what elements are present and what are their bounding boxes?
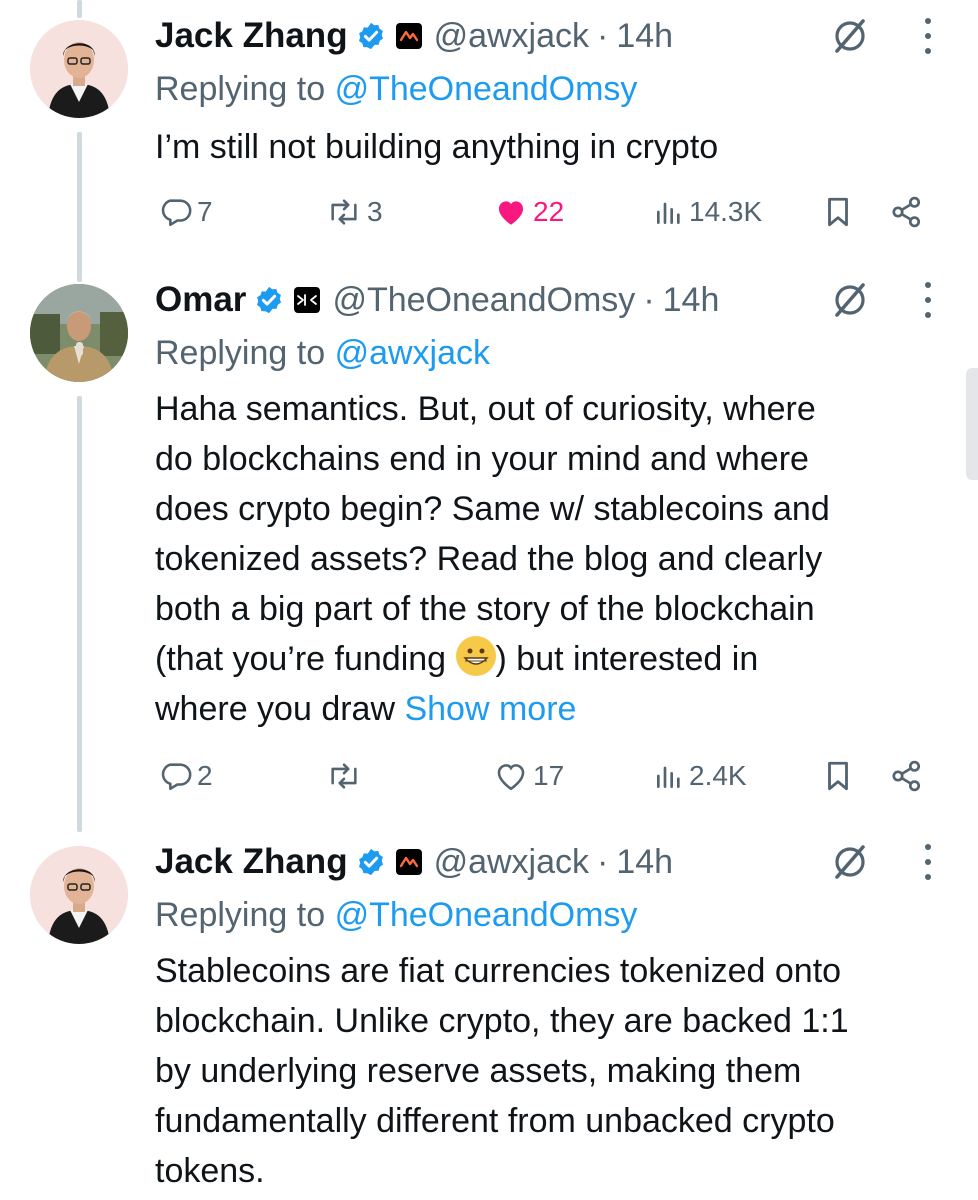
avatar[interactable]	[30, 284, 128, 382]
thread-line-1	[77, 132, 82, 282]
display-name[interactable]: Jack Zhang	[155, 16, 348, 56]
views-icon	[657, 202, 680, 224]
verified-badge-icon[interactable]	[254, 285, 284, 315]
action-bar: 2 17 2.4K	[155, 754, 945, 798]
text-line: Stablecoins are fiat currencies tokenize…	[155, 952, 842, 990]
text-line: tokenized assets? Read the blog and clea…	[155, 540, 823, 578]
avatar-omar-image	[30, 284, 128, 382]
separator-dot: ·	[643, 280, 655, 319]
action-bar: 7 3 22 14.3K	[155, 190, 945, 234]
reply-icon	[161, 763, 192, 791]
like-count: 22	[533, 196, 565, 227]
thread-line-2	[77, 396, 82, 832]
thread-line-top	[77, 0, 82, 18]
mention-link[interactable]: @TheOneandOmsy	[335, 70, 638, 108]
timestamp[interactable]: 14h	[616, 843, 673, 882]
like-button[interactable]: 17	[493, 754, 564, 798]
text-fragment: (that you’re funding	[155, 640, 456, 678]
mention-link[interactable]: @TheOneandOmsy	[335, 896, 638, 934]
show-more-link[interactable]: Show more	[404, 690, 576, 728]
bookmark-button[interactable]	[823, 190, 853, 234]
affiliate-logo-icon[interactable]	[294, 287, 321, 313]
replying-to-label: Replying to	[155, 334, 326, 372]
heart-icon	[497, 764, 525, 791]
timestamp[interactable]: 14h	[616, 17, 673, 56]
mention-link[interactable]: @awxjack	[335, 334, 490, 372]
text-line: fundamentally different from unbacked cr…	[155, 1102, 835, 1140]
airwallex-logo-icon[interactable]	[395, 23, 422, 49]
text-line: does crypto begin? Same w/ stablecoins a…	[155, 490, 830, 528]
repost-count: 3	[367, 196, 383, 227]
handle[interactable]: @awxjack	[434, 843, 589, 882]
heart-filled-icon	[498, 201, 524, 225]
repost-icon	[331, 763, 357, 789]
views-count: 14.3K	[689, 196, 763, 227]
grok-icon[interactable]	[828, 278, 872, 322]
share-button[interactable]	[889, 190, 925, 234]
views-button[interactable]: 14.3K	[653, 190, 762, 234]
tweet-header: Jack Zhang @awxjack · 14h	[155, 14, 673, 58]
replying-to: Replying to @awxjack	[155, 334, 490, 373]
reply-count: 7	[197, 196, 213, 227]
grinning-emoji-icon	[455, 636, 496, 676]
replying-to-label: Replying to	[155, 896, 326, 934]
handle[interactable]: @awxjack	[434, 17, 589, 56]
more-options-icon[interactable]	[921, 844, 935, 880]
more-options-icon[interactable]	[921, 282, 935, 318]
separator-dot: ·	[597, 842, 609, 881]
reply-button[interactable]: 7	[159, 190, 213, 234]
text-line: (that you’re funding ) but interested in	[155, 634, 955, 684]
views-button[interactable]: 2.4K	[653, 754, 747, 798]
avatar[interactable]	[30, 20, 128, 118]
scrollbar-thumb[interactable]	[966, 368, 978, 480]
tweet-header: Jack Zhang @awxjack · 14h	[155, 840, 673, 884]
replying-to: Replying to @TheOneandOmsy	[155, 70, 637, 109]
text-fragment: ) but interested in	[495, 640, 759, 678]
more-options-icon[interactable]	[921, 18, 935, 54]
separator-dot: ·	[597, 16, 609, 55]
text-line: both a big part of the story of the bloc…	[155, 590, 815, 628]
bookmark-button[interactable]	[823, 754, 853, 798]
avatar-jack-image	[30, 846, 128, 944]
like-button[interactable]: 22	[493, 190, 564, 234]
share-icon	[892, 760, 921, 792]
like-count: 17	[533, 760, 565, 791]
text-line: Haha semantics. But, out of curiosity, w…	[155, 390, 816, 428]
repost-button[interactable]: 3	[325, 190, 383, 234]
share-icon	[892, 196, 921, 228]
tweet-text: Stablecoins are fiat currencies tokenize…	[155, 946, 955, 1196]
reply-icon	[161, 199, 192, 227]
views-count: 2.4K	[689, 760, 747, 791]
text-line: do blockchains end in your mind and wher…	[155, 440, 809, 478]
text-line: tokens.	[155, 1152, 265, 1190]
handle[interactable]: @TheOneandOmsy	[332, 281, 635, 320]
avatar-jack-image	[30, 20, 128, 118]
grok-icon[interactable]	[828, 840, 872, 884]
replying-to-label: Replying to	[155, 70, 326, 108]
display-name[interactable]: Jack Zhang	[155, 842, 348, 882]
avatar[interactable]	[30, 846, 128, 944]
reply-count: 2	[197, 760, 213, 791]
grok-icon[interactable]	[828, 14, 872, 58]
text-line: where you draw Show more	[155, 684, 955, 734]
repost-button[interactable]	[325, 754, 367, 798]
text-line: by underlying reserve assets, making the…	[155, 1052, 802, 1090]
share-button[interactable]	[889, 754, 925, 798]
tweet-header: Omar @TheOneandOmsy · 14h	[155, 278, 719, 322]
tweet-text: Haha semantics. But, out of curiosity, w…	[155, 384, 955, 734]
views-icon	[657, 766, 680, 788]
reply-button[interactable]: 2	[159, 754, 213, 798]
display-name[interactable]: Omar	[155, 280, 246, 320]
bookmark-icon	[828, 197, 848, 227]
text-fragment: where you draw	[155, 690, 405, 728]
repost-icon	[331, 199, 357, 225]
verified-badge-icon[interactable]	[356, 21, 386, 51]
tweet-text: I’m still not building anything in crypt…	[155, 128, 719, 166]
text-line: blockchain. Unlike crypto, they are back…	[155, 1002, 849, 1040]
bookmark-icon	[828, 761, 848, 791]
verified-badge-icon[interactable]	[356, 847, 386, 877]
replying-to: Replying to @TheOneandOmsy	[155, 896, 637, 935]
timestamp[interactable]: 14h	[663, 281, 720, 320]
airwallex-logo-icon[interactable]	[395, 849, 422, 875]
